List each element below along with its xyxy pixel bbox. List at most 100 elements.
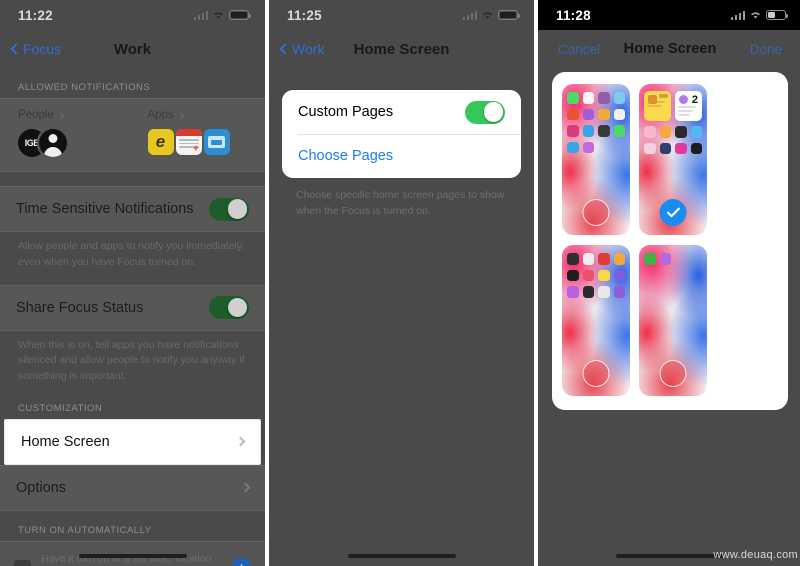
row-share-focus-status[interactable]: Share Focus Status xyxy=(0,286,265,330)
app-icon xyxy=(582,269,594,281)
app-icon xyxy=(567,269,579,281)
app-icon xyxy=(598,108,610,120)
app-icon-grid xyxy=(567,253,625,298)
pages-grid: 2 xyxy=(552,72,788,410)
app-icon xyxy=(613,253,625,265)
phone-panel-choose-pages: 11:28 Cancel Home Screen Done 2 www.deua… xyxy=(538,0,800,566)
cancel-button[interactable]: Cancel xyxy=(558,42,600,57)
row-choose-pages[interactable]: Choose Pages xyxy=(282,134,521,178)
wifi-icon xyxy=(481,10,494,20)
app-icon-grid xyxy=(567,92,625,153)
battery-icon xyxy=(498,10,520,20)
add-automation-button[interactable]: + xyxy=(232,558,251,566)
app-icon xyxy=(644,126,656,138)
apps-label: Apps xyxy=(147,109,174,121)
app-icon xyxy=(567,253,579,265)
page-select-circle[interactable] xyxy=(582,360,610,387)
app-icon xyxy=(690,142,702,154)
app-icon xyxy=(675,142,687,154)
plus-icon: + xyxy=(238,561,246,566)
home-screen-page-thumbnail[interactable] xyxy=(639,245,707,396)
status-clock: 11:28 xyxy=(556,7,591,23)
done-button[interactable]: Done xyxy=(750,42,782,57)
avatar xyxy=(39,129,67,157)
back-button-label: Work xyxy=(292,41,325,57)
allowed-notifications-card: People IGB Apps + xyxy=(0,98,265,172)
battery-icon xyxy=(229,10,251,20)
app-icon xyxy=(690,126,702,138)
avatar-initials: IGB xyxy=(24,138,40,148)
app-icon xyxy=(675,126,687,138)
app-icon xyxy=(644,142,656,154)
page-select-circle[interactable] xyxy=(582,199,610,226)
app-icon xyxy=(613,125,625,137)
signal-icon xyxy=(462,10,477,20)
home-screen-row-inner[interactable]: Home Screen xyxy=(5,420,260,464)
wifi-icon xyxy=(749,10,762,20)
app-icon xyxy=(613,108,625,120)
app-icon xyxy=(613,92,625,104)
row-custom-pages[interactable]: Custom Pages xyxy=(282,90,521,134)
page-select-circle[interactable] xyxy=(659,360,687,387)
app-icon xyxy=(598,253,610,265)
messenger-icon xyxy=(203,129,230,155)
back-button-work[interactable]: Work xyxy=(279,41,325,57)
row-home-screen[interactable]: Home Screen xyxy=(4,418,261,465)
sheet-nav-bar: Cancel Home Screen Done xyxy=(538,32,800,66)
people-label: People xyxy=(18,109,54,121)
calendar-icon: + xyxy=(175,129,202,155)
people-label-row: People xyxy=(18,109,136,121)
chevron-right-icon xyxy=(176,111,184,119)
apps-column[interactable]: Apps + xyxy=(136,109,266,157)
status-clock: 11:22 xyxy=(18,7,53,23)
page-selected-check[interactable] xyxy=(659,199,687,226)
app-icon xyxy=(598,269,610,281)
home-indicator xyxy=(616,554,724,558)
widget-badge-count: 2 xyxy=(691,94,698,106)
home-screen-page-thumbnail[interactable] xyxy=(562,84,630,235)
app-icon xyxy=(582,141,594,153)
time-sensitive-footnote: Allow people and apps to notify you imme… xyxy=(18,240,245,268)
app-icon xyxy=(567,286,579,298)
app-icon xyxy=(582,286,594,298)
nav-bar: Focus Work xyxy=(0,30,265,68)
widget-row: 2 xyxy=(644,91,702,121)
share-focus-toggle[interactable] xyxy=(209,296,249,319)
app-icon xyxy=(613,269,625,281)
automation-icon xyxy=(14,560,31,566)
customization-header: CUSTOMIZATION xyxy=(18,402,103,414)
app-icon xyxy=(582,253,594,265)
phone-panel-focus-settings: 11:22 Focus Work ALLOWED NOTIFICATIONS P… xyxy=(0,0,265,566)
home-screen-page-thumbnail[interactable] xyxy=(562,245,630,396)
share-focus-label: Share Focus Status xyxy=(16,299,144,316)
home-screen-page-thumbnail[interactable]: 2 xyxy=(639,84,707,235)
row-options[interactable]: Options xyxy=(0,466,265,510)
app-icon xyxy=(659,253,671,265)
screenshot-stage: 11:22 Focus Work ALLOWED NOTIFICATIONS P… xyxy=(0,0,800,566)
options-label: Options xyxy=(16,479,66,496)
share-focus-card: Share Focus Status xyxy=(0,284,265,331)
status-bar: 11:22 xyxy=(0,0,265,30)
back-button-focus[interactable]: Focus xyxy=(10,41,61,57)
phone-panel-home-screen-settings: 11:25 Work Home Screen Custom Pages Choo… xyxy=(269,0,534,566)
home-screen-label: Home Screen xyxy=(21,433,110,450)
app-icon xyxy=(582,108,594,120)
home-indicator xyxy=(78,554,187,558)
status-bar: 11:28 xyxy=(538,0,800,30)
time-sensitive-toggle[interactable] xyxy=(209,197,249,221)
evernote-icon xyxy=(147,129,174,155)
app-icon xyxy=(582,92,594,104)
row-time-sensitive[interactable]: Time Sensitive Notifications xyxy=(0,187,265,231)
time-sensitive-card: Time Sensitive Notifications xyxy=(0,186,265,232)
time-sensitive-label: Time Sensitive Notifications xyxy=(16,201,194,217)
custom-pages-toggle[interactable] xyxy=(465,100,505,124)
site-watermark: www.deuaq.com xyxy=(713,549,798,561)
notes-widget xyxy=(644,91,671,121)
custom-pages-card: Custom Pages Choose Pages xyxy=(282,90,521,178)
app-icon xyxy=(598,92,610,104)
signal-icon xyxy=(730,10,745,20)
app-icon-grid xyxy=(644,253,702,265)
custom-pages-footnote: Choose specific home screen pages to sho… xyxy=(296,189,505,218)
people-column[interactable]: People IGB xyxy=(0,109,136,157)
allowed-notifications-header: ALLOWED NOTIFICATIONS xyxy=(18,82,151,93)
